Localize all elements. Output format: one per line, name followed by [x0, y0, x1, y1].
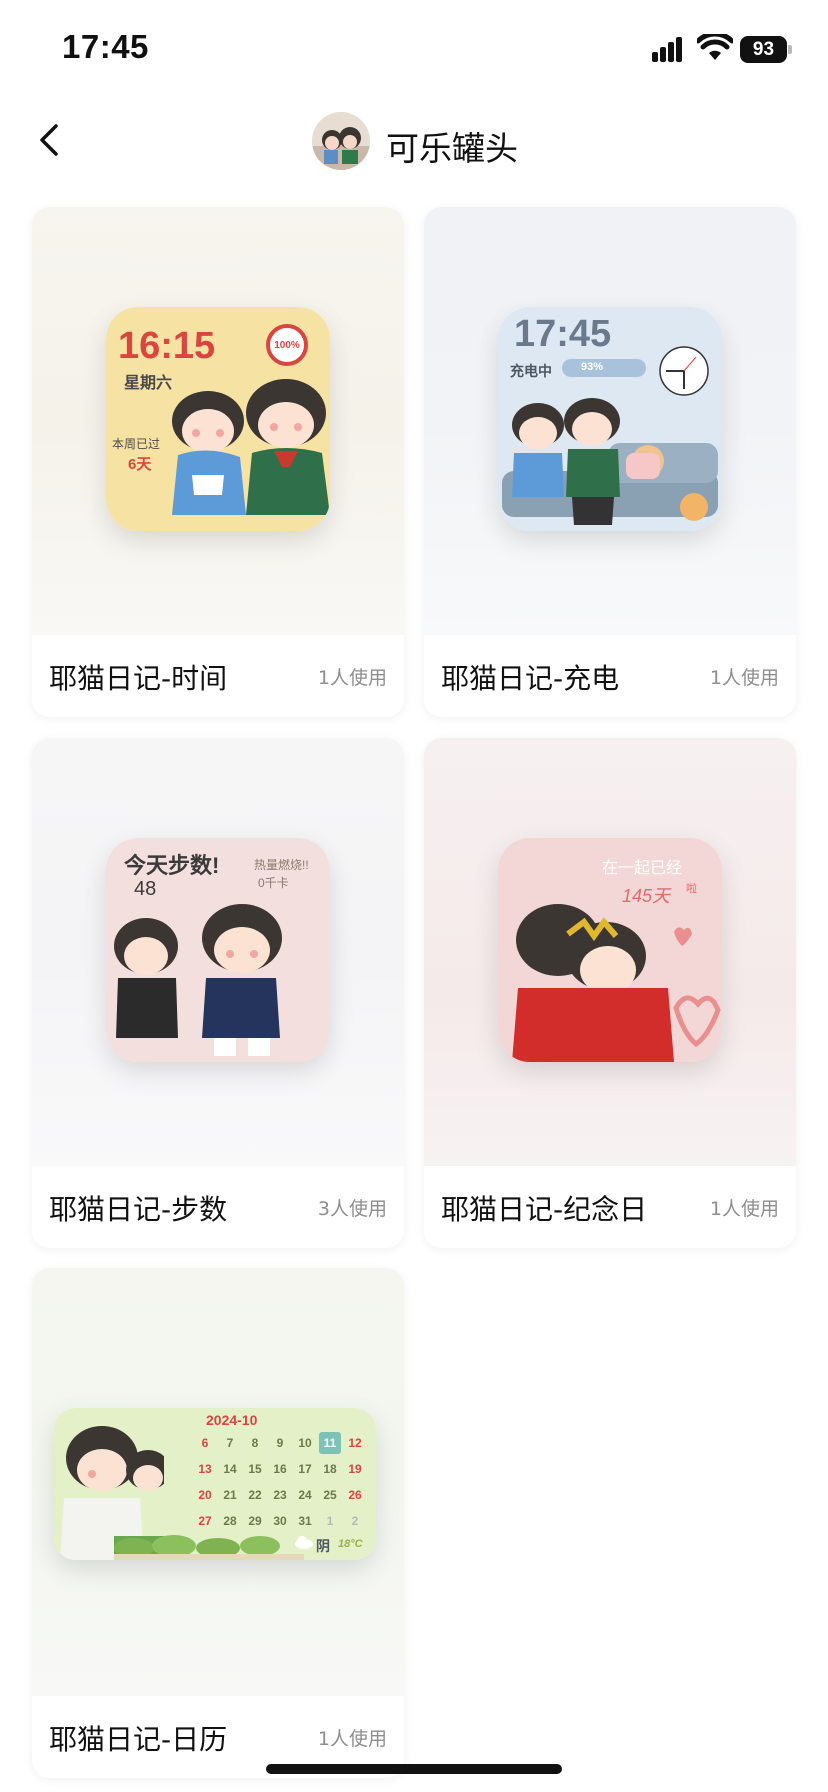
calendar-day: 1: [326, 1514, 334, 1528]
calendar-day: 31: [298, 1514, 312, 1528]
author-avatar[interactable]: [312, 112, 370, 170]
calendar-day: 8: [251, 1436, 259, 1450]
calendar-day: 2: [351, 1514, 359, 1528]
card-usage: 3人使用: [317, 1198, 387, 1220]
calendar-day: 19: [348, 1462, 362, 1476]
card-footer: 耶猫日记-时间 1人使用: [32, 635, 404, 717]
card-usage: 1人使用: [317, 667, 387, 689]
widget-card-calendar[interactable]: 2024-10 6 7 8 9 10 11 12 13 14 15 16 17 18 19 20 21 22 23…: [32, 1268, 404, 1778]
weather-text: 阴: [316, 1538, 330, 1554]
widget-preview: 17:45 充电中 93%: [498, 307, 722, 531]
card-usage: 1人使用: [709, 1198, 779, 1220]
illustration: [172, 379, 330, 515]
card-footer: 耶猫日记-步数 3人使用: [32, 1166, 404, 1248]
status-time: 17:45: [62, 28, 149, 65]
header: 可乐罐头: [0, 100, 828, 200]
calendar-day: 12: [348, 1436, 362, 1450]
calendar-day: 13: [198, 1462, 212, 1476]
card-preview: 今天步数! 48 热量燃烧!! 0千卡: [32, 738, 404, 1166]
calendar-day: 20: [198, 1488, 212, 1502]
card-name: 耶猫日记-充电: [441, 662, 620, 695]
calendar-day: 23: [273, 1488, 287, 1502]
widget-days: 6天: [128, 456, 152, 473]
calendar-day: 16: [273, 1462, 287, 1476]
battery-icon: 93: [740, 36, 792, 63]
card-footer: 耶猫日记-充电 1人使用: [424, 635, 796, 717]
back-chevron-icon[interactable]: [30, 118, 70, 162]
widget-card-charging[interactable]: 17:45 充电中 93% 耶猫日记-充电 1人使用: [424, 207, 796, 717]
card-preview: 在一起已经 145天 啦: [424, 738, 796, 1166]
widget-time: 16:15: [118, 325, 216, 367]
widget-card-anniversary[interactable]: 在一起已经 145天 啦 耶猫日记-纪念日 1人使用: [424, 738, 796, 1248]
card-preview: 16:15 100% 星期六 本周已过 6天: [32, 207, 404, 635]
calendar-grid: 6 7 8 9 10 11 12 13 14 15 16 17 18 19 20 21 22 23 24 25 26 27…: [194, 1432, 374, 1542]
card-preview: 2024-10 6 7 8 9 10 11 12 13 14 15 16 17 18 19 20 21 22 23…: [32, 1268, 404, 1696]
widget-preview: 2024-10 6 7 8 9 10 11 12 13 14 15 16 17 18 19 20 21 22 23…: [54, 1408, 376, 1560]
calendar-day: 10: [298, 1436, 312, 1450]
analog-clock-icon: [659, 346, 709, 396]
widget-steps-label: 今天步数!: [124, 853, 220, 878]
calendar-day: 22: [248, 1488, 262, 1502]
calendar-day: 14: [223, 1462, 237, 1476]
calendar-day: 6: [201, 1436, 209, 1450]
card-usage: 1人使用: [709, 667, 779, 689]
card-name: 耶猫日记-日历: [49, 1723, 228, 1756]
widget-week-text: 本周已过: [112, 437, 161, 451]
calendar-day: 30: [273, 1514, 287, 1528]
calendar-day: 29: [248, 1514, 262, 1528]
calendar-day: 15: [248, 1462, 262, 1476]
widget-preview: 在一起已经 145天 啦: [498, 838, 722, 1062]
wifi-icon: [697, 34, 733, 60]
calendar-day: 21: [223, 1488, 237, 1502]
widget-together-text: 在一起已经: [602, 860, 683, 877]
widget-calories: 0千卡: [258, 876, 289, 890]
calendar-day: 27: [198, 1514, 212, 1528]
widget-card-steps[interactable]: 今天步数! 48 热量燃烧!! 0千卡 耶猫日记-步数 3人使用: [32, 738, 404, 1248]
card-name: 耶猫日记-纪念日: [441, 1193, 648, 1226]
card-footer: 耶猫日记-纪念日 1人使用: [424, 1166, 796, 1248]
cellular-signal-icon: [652, 36, 688, 62]
calendar-day: 18: [323, 1462, 337, 1476]
page-title: 可乐罐头: [386, 129, 518, 168]
widget-time: 17:45: [514, 313, 612, 355]
calendar-day: 26: [348, 1488, 362, 1502]
illustration: [512, 904, 721, 1062]
card-name: 耶猫日记-步数: [49, 1193, 228, 1226]
widget-preview: 今天步数! 48 热量燃烧!! 0千卡: [106, 838, 330, 1062]
calendar-day: 11: [319, 1432, 341, 1454]
calendar-day: 25: [323, 1488, 337, 1502]
widget-calorie-label: 热量燃烧!!: [254, 858, 309, 872]
illustration: [114, 904, 282, 1056]
calendar-day: 24: [298, 1488, 312, 1502]
calendar-day: 28: [223, 1514, 237, 1528]
calendar-month: 2024-10: [206, 1412, 258, 1428]
battery-level: 93: [740, 36, 787, 63]
card-usage: 1人使用: [317, 1728, 387, 1750]
widget-battery: 100%: [274, 340, 300, 351]
calendar-day: 7: [226, 1436, 234, 1450]
calendar-day: 17: [298, 1462, 312, 1476]
illustration: [502, 398, 718, 525]
plants-decoration: [114, 1535, 304, 1560]
status-bar: 17:45 93: [0, 0, 828, 100]
widget-preview: 16:15 100% 星期六 本周已过 6天: [106, 307, 330, 531]
widget-card-time[interactable]: 16:15 100% 星期六 本周已过 6天 耶猫日记-时间 1人使用: [32, 207, 404, 717]
weather-temp: 18°C: [338, 1538, 363, 1550]
widget-charging: 充电中: [510, 363, 552, 379]
card-preview: 17:45 充电中 93%: [424, 207, 796, 635]
widget-battery: 93%: [580, 361, 604, 373]
card-name: 耶猫日记-时间: [49, 662, 228, 695]
calendar-day: 9: [276, 1436, 284, 1450]
home-indicator[interactable]: [266, 1764, 562, 1774]
